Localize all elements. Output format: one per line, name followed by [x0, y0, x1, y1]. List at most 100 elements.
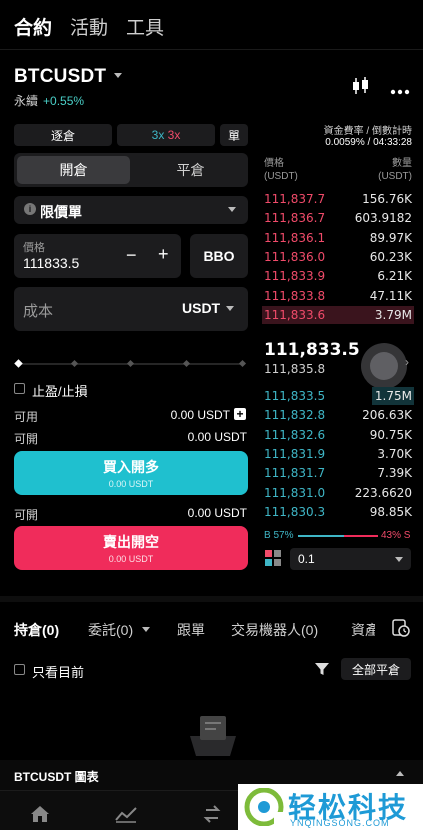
- close-all-button[interactable]: 全部平倉: [341, 658, 411, 680]
- can-open-buy-label: 可開: [14, 432, 39, 446]
- tab-contract[interactable]: 合約: [14, 13, 52, 40]
- watermark-site: YNQINGSONG.COM: [290, 818, 390, 828]
- symbol-selector[interactable]: BTCUSDT: [14, 66, 123, 88]
- qty-cell: 98.85K: [369, 504, 412, 519]
- chevron-down-icon: [114, 73, 123, 78]
- tab-copy-trading[interactable]: 跟單: [177, 620, 205, 640]
- cost-placeholder: 成本: [23, 303, 54, 320]
- tab-close[interactable]: 平倉: [134, 156, 247, 184]
- leverage-button[interactable]: 3x 3x: [117, 124, 215, 146]
- symbol-label: BTCUSDT: [14, 66, 107, 87]
- qty-cell: 156.76K: [362, 192, 412, 206]
- precision-value: 0.1: [298, 552, 315, 566]
- cost-unit[interactable]: USDT: [182, 300, 220, 316]
- price-input[interactable]: 價格 111833.5 − +: [14, 234, 181, 278]
- buy-sub: 0.00 USDT: [108, 479, 154, 489]
- info-icon: i: [24, 203, 36, 215]
- transfer-plus-icon[interactable]: +: [234, 408, 246, 420]
- chart-label: BTCUSDT 圖表: [14, 770, 99, 784]
- buy-long-button[interactable]: 買入開多 0.00 USDT: [14, 451, 248, 495]
- tab-orders[interactable]: 委託(0): [88, 620, 133, 640]
- qty-cell: 3.79M: [374, 307, 412, 322]
- ask-row[interactable]: 111,833.9 6.21K: [262, 267, 414, 285]
- more-icon[interactable]: [390, 82, 410, 95]
- price-cell: 111,833.6: [264, 307, 326, 322]
- price-cell: 111,836.0: [264, 249, 326, 264]
- ask-row[interactable]: 111,836.7 603.9182: [262, 209, 414, 227]
- funding-rate-value: 0.0059% / 04:33:28: [325, 137, 412, 148]
- buy-label: 買入開多: [103, 459, 159, 475]
- tab-trading-bots[interactable]: 交易機器人(0): [231, 620, 318, 640]
- sell-label: 賣出開空: [103, 534, 159, 550]
- price-cell: 111,836.1: [264, 230, 326, 245]
- qty-cell: 60.23K: [369, 249, 412, 264]
- tab-tools[interactable]: 工具: [126, 13, 164, 40]
- bid-row[interactable]: 111,832.8 206.63K: [262, 406, 414, 424]
- candlestick-icon[interactable]: [351, 76, 371, 96]
- margin-mode-button[interactable]: 逐倉: [14, 124, 112, 146]
- tab-events[interactable]: 活動: [70, 13, 108, 40]
- home-icon[interactable]: [30, 805, 50, 823]
- sell-ratio: 43% S: [381, 530, 411, 541]
- ask-row[interactable]: 111,836.0 60.23K: [262, 248, 414, 266]
- bid-row[interactable]: 111,832.6 90.75K: [262, 426, 414, 444]
- chevron-down-icon: [228, 207, 236, 212]
- trade-icon[interactable]: [203, 804, 221, 824]
- tab-positions[interactable]: 持倉(0): [14, 620, 59, 640]
- ask-row[interactable]: 111,837.7 156.76K: [262, 190, 414, 208]
- ratio-bar: [298, 535, 378, 537]
- order-side-toggle: 開倉 平倉: [14, 153, 248, 187]
- chevron-down-icon: [142, 627, 150, 632]
- qty-cell: 223.6620: [354, 485, 412, 500]
- leverage-short: 3x: [167, 128, 181, 142]
- ask-row[interactable]: 111,833.6 3.79M: [262, 305, 414, 324]
- floating-assist-button[interactable]: ›: [361, 343, 409, 389]
- bbo-button[interactable]: BBO: [190, 234, 248, 278]
- sell-sub: 0.00 USDT: [108, 554, 154, 564]
- unit-label: 單: [227, 128, 240, 143]
- bid-row[interactable]: 111,830.3 98.85K: [262, 503, 414, 521]
- ask-row[interactable]: 111,833.8 47.11K: [262, 287, 414, 305]
- watermark-logo: 轻松科技 YNQINGSONG.COM: [238, 784, 423, 830]
- price-cell: 111,830.3: [264, 504, 326, 519]
- history-icon[interactable]: [392, 619, 410, 637]
- qty-header-line1: 數量: [392, 158, 412, 169]
- ask-row[interactable]: 111,836.1 89.97K: [262, 229, 414, 247]
- tab-assets[interactable]: 資產: [351, 620, 375, 640]
- bid-row[interactable]: 111,831.0 223.6620: [262, 484, 414, 502]
- chevron-up-icon: [396, 771, 404, 776]
- unit-button[interactable]: 單: [220, 124, 248, 146]
- instrument-info: 永續 +0.55%: [14, 92, 84, 109]
- price-increment-button[interactable]: +: [158, 244, 169, 265]
- tpsl-checkbox[interactable]: 止盈/止損: [14, 381, 134, 399]
- sell-short-button[interactable]: 賣出開空 0.00 USDT: [14, 526, 248, 570]
- filter-icon[interactable]: [314, 661, 330, 677]
- qty-cell: 1.75M: [374, 389, 412, 403]
- divider: [0, 49, 423, 50]
- amount-slider[interactable]: [14, 356, 248, 372]
- depth-view-icon[interactable]: [265, 550, 281, 566]
- qty-cell: 6.21K: [377, 269, 412, 284]
- tpsl-label: 止盈/止損: [32, 384, 88, 399]
- qty-cell: 603.9182: [354, 211, 412, 226]
- only-current-label: 只看目前: [32, 665, 85, 680]
- price-decrement-button[interactable]: −: [126, 245, 137, 266]
- bid-row[interactable]: 111,831.9 3.70K: [262, 445, 414, 463]
- bid-row[interactable]: 111,831.7 7.39K: [262, 464, 414, 482]
- bid-row[interactable]: 111,833.5 1.75M: [262, 387, 414, 405]
- last-price: 111,833.5: [264, 340, 360, 360]
- chevron-right-icon: ›: [405, 355, 409, 369]
- order-type-select[interactable]: i 限價單: [14, 196, 248, 224]
- buy-ratio: B 57%: [264, 530, 294, 541]
- only-current-checkbox[interactable]: 只看目前: [14, 662, 134, 680]
- chevron-down-icon: [395, 557, 403, 562]
- funding-rate-label: 資金費率 / 倒數計時: [323, 126, 412, 137]
- tab-open[interactable]: 開倉: [17, 156, 130, 184]
- cost-input[interactable]: 成本 USDT: [14, 287, 248, 331]
- markets-icon[interactable]: [115, 805, 137, 823]
- price-cell: 111,836.7: [264, 211, 326, 226]
- qty-cell: 7.39K: [377, 466, 412, 481]
- qty-cell: 3.70K: [377, 446, 412, 461]
- precision-select[interactable]: 0.1: [290, 548, 411, 570]
- top-nav: 合約 活動 工具: [0, 0, 423, 50]
